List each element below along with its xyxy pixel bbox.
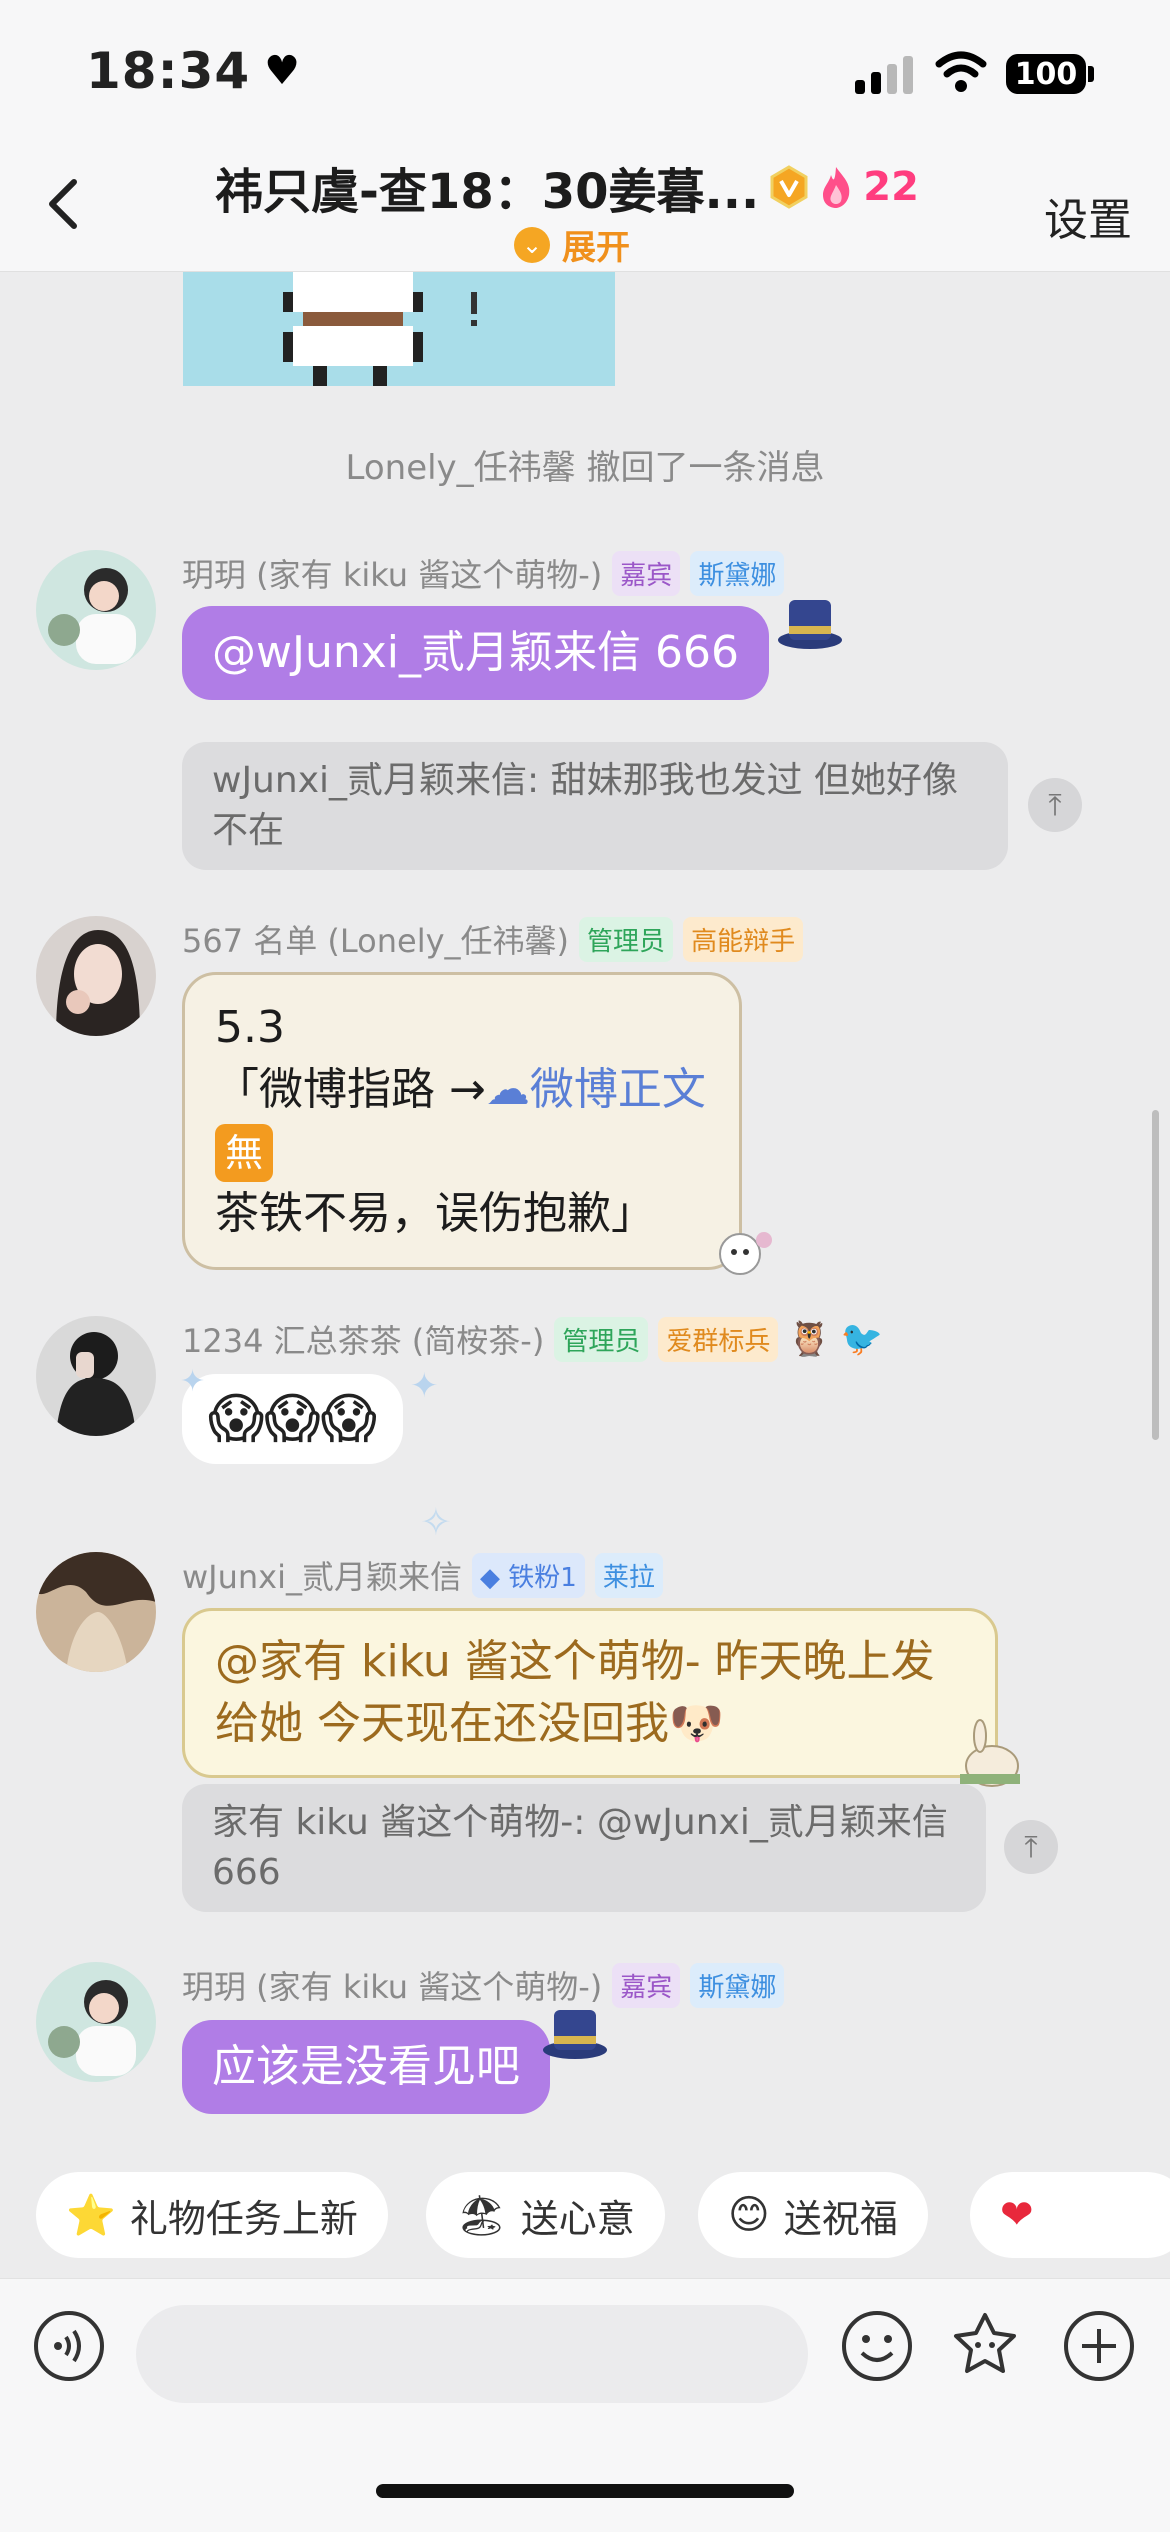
jump-to-quote-icon[interactable]: ⤒ [1028, 778, 1082, 832]
message-line: 茶铁不易，误伤抱歉」 [215, 1188, 655, 1239]
battery-tip [1088, 66, 1094, 82]
blessing-icon: 😊 [728, 2192, 770, 2238]
group-title: 祎只虞-查18：30姜暮... [215, 164, 760, 220]
sticker-icon[interactable] [948, 2309, 1022, 2383]
chevron-down-icon: ⌄ [514, 226, 550, 263]
sparkle-icon: ✦ [180, 1364, 206, 1399]
chip-gift-task[interactable]: ⭐ 礼物任务上新 [36, 2172, 388, 2258]
star-icon: ⭐ [66, 2192, 116, 2239]
quoted-message[interactable]: wJunxi_贰月颖来信: 甜妹那我也发过 但她好像不在 [182, 742, 1008, 870]
settings-button[interactable]: 设置 [1044, 184, 1132, 248]
avatar[interactable] [36, 916, 156, 1036]
message-bubble[interactable]: 😱😱😱 [182, 1374, 403, 1464]
time-text: 18:34 [86, 42, 251, 100]
top-hat-icon [543, 2010, 607, 2059]
parrot-icon: 🐦 [840, 1319, 884, 1359]
message-text: @家有 kiku 酱这个萌物- 昨天晚上发给她 今天现在还没回我 [215, 1636, 935, 1749]
chat-header: 祎只虞-查18：30姜暮... 22 ⌄ 展开 设置 [0, 140, 1170, 272]
avatar[interactable] [36, 550, 156, 670]
cat-sticker-icon [719, 1232, 772, 1275]
quick-action-bar: ⭐ 礼物任务上新 🏖 送心意 😊 送祝福 ❤ [0, 2162, 1170, 2272]
quoted-message[interactable]: 家有 kiku 酱这个萌物-: @wJunxi_贰月颖来信 666 [182, 1784, 986, 1912]
plus-icon[interactable] [1062, 2309, 1136, 2383]
avatar[interactable] [36, 1316, 156, 1436]
title-row[interactable]: 祎只虞-查18：30姜暮... 22 [215, 152, 919, 222]
bunny-sticker-icon [960, 1719, 1020, 1787]
scrollbar[interactable] [1152, 1110, 1159, 1440]
home-indicator [376, 2484, 794, 2498]
recall-notice: Lonely_任祎馨 撤回了一条消息 [345, 448, 825, 488]
message-bubble[interactable]: @家有 kiku 酱这个萌物- 昨天晚上发给她 今天现在还没回我🐶 [182, 1608, 998, 1778]
voice-icon[interactable] [32, 2309, 106, 2383]
top-hat-icon [778, 600, 842, 649]
wifi-icon [935, 51, 987, 92]
message-meta: 1234 汇总茶茶 (简桉茶-) 管理员 爱群标兵 🦉 🐦 [182, 1316, 883, 1362]
title-tag: 斯黛娜 [690, 1962, 785, 2008]
title-tag: 斯黛娜 [690, 550, 785, 596]
chip-send-blessing[interactable]: 😊 送祝福 [698, 2172, 928, 2258]
fire-count: 22 [863, 164, 919, 210]
heart-icon: ♥ [264, 48, 302, 94]
fan-level-tag: ◆ 铁粉1 [472, 1552, 585, 1598]
role-tag: 管理员 [579, 916, 674, 962]
message-input[interactable] [136, 2305, 808, 2403]
status-time: 18:34 ♥ [86, 42, 301, 100]
weibo-link-text: 微博正文 [529, 1064, 706, 1115]
chat-area[interactable]: Lonely_任祎馨 撤回了一条消息 玥玥 (家有 kiku 酱这个萌物-) 嘉… [0, 272, 1170, 2162]
chip-label: 礼物任务上新 [129, 2196, 358, 2241]
back-arrow-icon[interactable] [36, 174, 96, 234]
message-line: 無 [215, 1121, 709, 1183]
sparkle-icon: ✦ [410, 1366, 439, 1406]
sender-name: 567 名单 (Lonely_任祎馨) [182, 922, 570, 960]
sender-name: 1234 汇总茶茶 (简桉茶-) [182, 1322, 545, 1360]
doge-emoji-icon: 🐶 [669, 1698, 724, 1749]
none-emoji-icon: 無 [215, 1124, 273, 1182]
sparkle-icon: ✧ [420, 1500, 452, 1544]
message-line: 「微博指路 →☁微博正文 [215, 1059, 709, 1121]
battery-icon: 100 [1006, 54, 1086, 94]
avatar[interactable] [36, 1552, 156, 1672]
weibo-link[interactable]: ☁微博正文 [486, 1064, 706, 1115]
emoji-icon[interactable] [840, 2309, 914, 2383]
message-line: 5.3 [215, 1002, 285, 1053]
avatar[interactable] [36, 1962, 156, 2082]
role-tag: 嘉宾 [612, 550, 681, 596]
image-message[interactable] [183, 272, 615, 386]
title-tag: 高能辩手 [683, 916, 804, 962]
title-tag: 爱群标兵 [658, 1316, 779, 1362]
message-bubble[interactable]: 5.3 「微博指路 →☁微博正文 無 茶铁不易，误伤抱歉」 [182, 972, 742, 1270]
jump-to-quote-icon[interactable]: ⤒ [1004, 1820, 1058, 1874]
expand-label: 展开 [562, 228, 630, 268]
expand-button[interactable]: ⌄ 展开 [514, 220, 630, 269]
message-meta: 玥玥 (家有 kiku 酱这个萌物-) 嘉宾 斯黛娜 [182, 1962, 785, 2008]
sender-name: 玥玥 (家有 kiku 酱这个萌物-) [182, 556, 603, 594]
title-tag: 莱拉 [594, 1552, 663, 1598]
message-meta: 玥玥 (家有 kiku 酱这个萌物-) 嘉宾 斯黛娜 [182, 550, 785, 596]
chip-label: 送祝福 [783, 2196, 898, 2241]
message-text: 「微博指路 → [215, 1064, 486, 1115]
level-badge-icon [770, 165, 808, 209]
fire-icon [823, 167, 850, 208]
cloud-icon: ☁ [485, 1064, 530, 1115]
battery-level: 100 [1014, 56, 1078, 92]
role-tag: 嘉宾 [612, 1962, 681, 2008]
fan-level-text: 铁粉1 [508, 1562, 577, 1593]
heart-icon: ❤ [1000, 2192, 1034, 2238]
message-meta: 567 名单 (Lonely_任祎馨) 管理员 高能辩手 [182, 916, 804, 962]
owl-icon: 🦉 [788, 1319, 831, 1359]
message-bubble[interactable]: 应该是没看见吧 [182, 2020, 550, 2114]
cell-signal-icon [855, 52, 913, 94]
message-meta: wJunxi_贰月颖来信 ◆ 铁粉1 莱拉 [182, 1552, 663, 1598]
status-bar: 18:34 ♥ 100 [0, 0, 1170, 140]
chip-heart[interactable]: ❤ [970, 2172, 1170, 2258]
message-bubble[interactable]: @wJunxi_贰月颖来信 666 [182, 606, 769, 700]
gift-icon: 🏖 [456, 2192, 507, 2239]
chip-label: 送心意 [520, 2196, 635, 2241]
chip-send-heart[interactable]: 🏖 送心意 [426, 2172, 665, 2258]
pixel-dog-image [183, 272, 615, 386]
sender-name: wJunxi_贰月颖来信 [182, 1558, 463, 1596]
role-tag: 管理员 [554, 1316, 649, 1362]
